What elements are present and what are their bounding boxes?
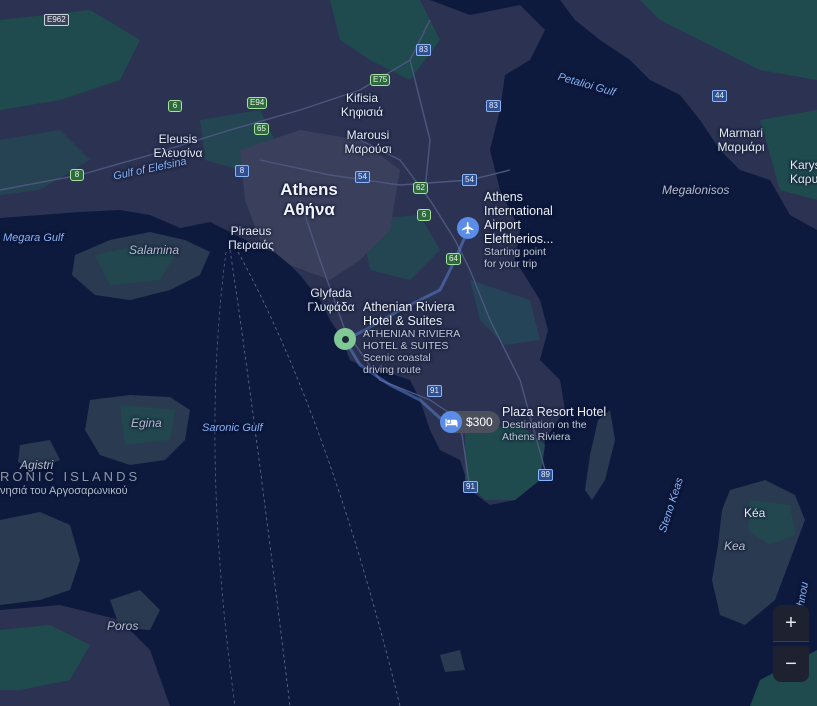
pin-dot-icon [341, 335, 349, 343]
poi-plaza-subtitle-2: Athens Riviera [502, 431, 571, 443]
road-shield-8: 8 [235, 165, 249, 177]
poi-airport-subtitle-2: for your trip [484, 258, 538, 270]
place-kifisia: Kifisia Κηφισιά [340, 91, 384, 119]
road-shield-91-south: 91 [463, 481, 478, 493]
road-shield-54-east: 54 [462, 174, 477, 186]
road-shield-83-south: 83 [486, 100, 501, 112]
poi-plaza-price: $300 [466, 415, 493, 429]
bed-icon [440, 411, 462, 433]
region-saronic-islands: RONIC ISLANDS [0, 469, 141, 484]
island-poros: Poros [107, 619, 139, 633]
road-shield-62: 62 [413, 182, 428, 194]
poi-riviera-marker[interactable] [334, 328, 356, 350]
poi-airport-title-1: Athens [484, 190, 523, 204]
place-athens: Athens Αθήνα [280, 180, 338, 219]
poi-riviera-title-2: Hotel & Suites [363, 314, 443, 328]
water-saronic-gulf: Saronic Gulf [202, 422, 263, 434]
poi-riviera-label[interactable]: Athenian Riviera Hotel & Suites ATHENIAN… [363, 300, 460, 376]
zoom-in-button[interactable]: + [773, 605, 809, 642]
place-marmari: Marmari Μαρμάρι [717, 126, 765, 154]
road-shield-e75: E75 [370, 74, 391, 86]
road-shield-e94: E94 [247, 97, 268, 109]
road-shield-8-west: 8 [70, 169, 84, 181]
island-salamina: Salamina [129, 243, 180, 257]
road-shield-6-east: 6 [417, 209, 431, 221]
road-shield-89: 89 [538, 469, 553, 481]
poi-riviera-subtitle-2: HOTEL & SUITES [363, 340, 449, 352]
island-kea: Kea [724, 539, 746, 553]
poi-riviera-subtitle-3: Scenic coastal [363, 352, 431, 364]
water-megara-gulf: Megara Gulf [3, 232, 64, 244]
poi-airport-title-4: Eleftherios... [484, 232, 554, 246]
poi-airport-subtitle-1: Starting point [484, 246, 546, 258]
poi-plaza-label[interactable]: Plaza Resort Hotel Destination on the At… [502, 405, 606, 443]
road-shield-54-center: 54 [355, 171, 370, 183]
island-egina: Egina [131, 416, 162, 430]
region-saronic-islands-greek: νησιά του Αργοσαρωνικού [0, 485, 128, 497]
road-shield-e962: E962 [44, 14, 69, 26]
place-karys: KarysΚαρυσ [790, 158, 817, 186]
poi-plaza-price-marker[interactable]: $300 [440, 411, 500, 433]
road-shield-83-north: 83 [416, 44, 431, 56]
poi-airport-label[interactable]: Athens International Airport Eleftherios… [484, 190, 553, 270]
place-piraeus: Piraeus Πειραιάς [228, 224, 274, 252]
road-shield-65: 65 [254, 123, 269, 135]
road-shield-44: 44 [712, 90, 727, 102]
poi-plaza-title: Plaza Resort Hotel [502, 405, 607, 419]
map-canvas[interactable]: E962 83 E75 83 E94 6 65 8 8 54 62 54 6 6… [0, 0, 817, 706]
place-kea: Kéa [744, 506, 766, 520]
poi-airport-title-2: International [484, 204, 553, 218]
poi-airport-title-3: Airport [484, 218, 521, 232]
poi-riviera-title-1: Athenian Riviera [363, 300, 455, 314]
poi-airport-marker[interactable] [457, 217, 479, 239]
airplane-icon [462, 222, 474, 234]
poi-riviera-subtitle-1: ATHENIAN RIVIERA [363, 328, 461, 340]
road-shield-64: 64 [446, 253, 461, 265]
poi-riviera-subtitle-4: driving route [363, 364, 421, 376]
road-shield-91-north: 91 [427, 385, 442, 397]
road-shield-6-west: 6 [168, 100, 182, 112]
place-marousi: Marousi Μαρούσι [344, 128, 392, 156]
island-megalonisos: Megalonisos [662, 183, 730, 197]
zoom-out-button[interactable]: − [773, 646, 809, 682]
poi-plaza-subtitle-1: Destination on the [502, 419, 587, 431]
place-glyfada: Glyfada Γλυφάδα [307, 286, 355, 314]
